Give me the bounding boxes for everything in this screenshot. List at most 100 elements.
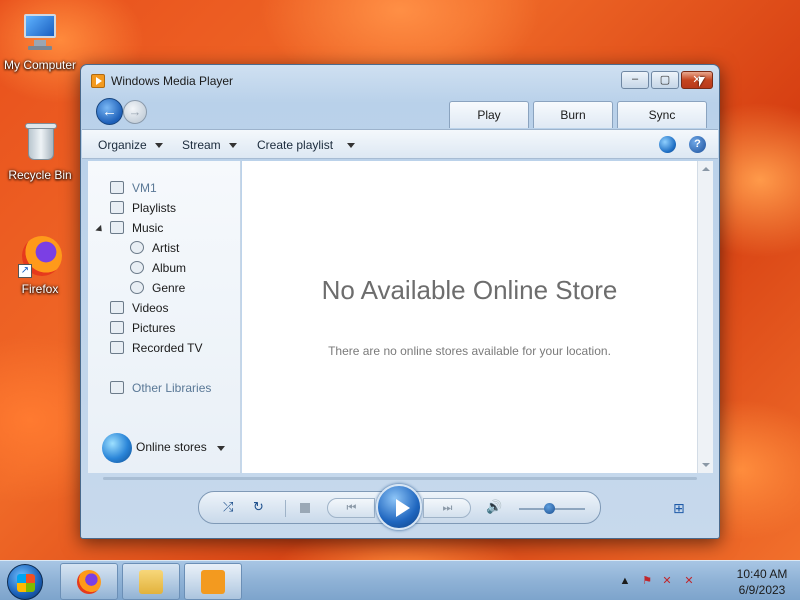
- nav-item-label: Genre: [152, 281, 186, 295]
- previous-button[interactable]: ⏮: [327, 498, 375, 518]
- firefox-icon: ↗: [18, 234, 62, 278]
- desktop-icon-my-computer[interactable]: My Computer: [0, 10, 80, 72]
- next-icon: ⏭: [442, 502, 453, 514]
- divider: [285, 500, 286, 517]
- library-icon: [110, 181, 124, 194]
- nav-item-label: Playlists: [132, 201, 177, 215]
- volume-slider-handle[interactable]: [544, 503, 555, 514]
- nav-item-pictures[interactable]: Pictures: [110, 321, 175, 339]
- title-bar[interactable]: Windows Media Player – ▢ ✕: [81, 65, 719, 95]
- clock[interactable]: 10:40 AM 6/9/2023: [732, 566, 792, 598]
- recycle-bin-icon: [18, 120, 62, 164]
- previous-icon: ⏮: [346, 502, 357, 514]
- expand-arrow-icon[interactable]: [95, 224, 105, 235]
- switch-to-now-playing-icon[interactable]: ⊞: [673, 500, 685, 517]
- nav-item-genre[interactable]: Genre: [130, 281, 185, 299]
- taskbar-media-player[interactable]: [184, 563, 242, 600]
- play-button[interactable]: [376, 484, 422, 530]
- mouse-cursor-icon: [699, 77, 705, 87]
- desktop-icon-label: Firefox: [21, 282, 59, 296]
- toolbar: Organize Stream Create playlist ?: [82, 129, 718, 159]
- forward-arrow-icon: →: [128, 104, 142, 119]
- media-player-icon: [91, 74, 105, 88]
- close-button[interactable]: ✕: [681, 71, 713, 89]
- forward-button[interactable]: →: [123, 100, 147, 124]
- window-title: Windows Media Player: [111, 74, 234, 88]
- navigation-pane: VM1 Playlists Music Artist Album Genre V…: [88, 161, 241, 473]
- stream-label: Stream: [182, 138, 221, 152]
- tab-burn[interactable]: Burn: [533, 101, 613, 128]
- online-stores-dropdown[interactable]: Online stores: [102, 433, 225, 465]
- nav-item-label: Album: [152, 261, 187, 275]
- action-center-icon[interactable]: ⚑: [640, 574, 654, 588]
- music-note-icon: [110, 221, 124, 234]
- shortcut-arrow-icon: ↗: [18, 264, 32, 278]
- media-player-window: Windows Media Player – ▢ ✕ ← → Play Burn…: [80, 64, 720, 539]
- playback-controls: ⤮ ↻ ⏮ ⏭ 🔊: [198, 484, 601, 530]
- volume-icon[interactable]: 🔊: [486, 499, 502, 515]
- nav-item-album[interactable]: Album: [130, 261, 186, 279]
- artist-icon: [130, 241, 144, 254]
- globe-icon[interactable]: [659, 136, 676, 153]
- repeat-icon[interactable]: ↻: [253, 499, 264, 515]
- back-arrow-icon: ←: [102, 103, 117, 120]
- organize-menu[interactable]: Organize: [98, 138, 163, 152]
- tab-sync[interactable]: Sync: [617, 101, 707, 128]
- seek-bar[interactable]: [103, 477, 697, 480]
- nav-item-label: Videos: [132, 301, 169, 315]
- folder-icon: [139, 570, 163, 594]
- windows-logo-icon: [17, 574, 35, 592]
- show-hidden-icons-icon[interactable]: ▲: [618, 574, 632, 588]
- nav-item-music[interactable]: Music: [110, 221, 163, 239]
- computer-icon: [18, 10, 62, 54]
- clock-time: 10:40 AM: [736, 567, 788, 581]
- taskbar: ▲ ⚑ ✕ ✕ 10:40 AM 6/9/2023: [0, 560, 800, 600]
- nav-item-other-libraries[interactable]: Other Libraries: [110, 381, 211, 399]
- nav-item-artist[interactable]: Artist: [130, 241, 179, 259]
- scroll-up-icon[interactable]: [702, 167, 710, 171]
- taskbar-firefox[interactable]: [60, 563, 118, 600]
- volume-muted-icon[interactable]: ✕: [682, 574, 696, 588]
- chevron-down-icon: [228, 143, 237, 149]
- chevron-down-icon: [216, 445, 225, 451]
- desktop-icon-recycle-bin[interactable]: Recycle Bin: [0, 120, 80, 182]
- maximize-icon: ▢: [659, 74, 671, 86]
- desktop-icon-firefox[interactable]: ↗ Firefox: [0, 234, 80, 296]
- picture-icon: [110, 321, 124, 334]
- network-icon[interactable]: ✕: [660, 574, 674, 588]
- tv-icon: [110, 341, 124, 354]
- scroll-down-icon[interactable]: [702, 463, 710, 467]
- desktop-icon-label: Recycle Bin: [8, 168, 72, 182]
- create-playlist-label: Create playlist: [257, 138, 334, 152]
- tab-play[interactable]: Play: [449, 101, 529, 128]
- desktop-icon-label: My Computer: [3, 58, 77, 72]
- create-playlist-menu[interactable]: Create playlist: [257, 138, 356, 152]
- maximize-button[interactable]: ▢: [651, 71, 679, 89]
- taskbar-file-explorer[interactable]: [122, 563, 180, 600]
- nav-item-recorded-tv[interactable]: Recorded TV: [110, 341, 202, 359]
- chevron-down-icon: [154, 143, 163, 149]
- start-button[interactable]: [7, 564, 43, 600]
- stop-button[interactable]: [300, 503, 310, 513]
- main-message: There are no online stores available for…: [328, 344, 611, 358]
- other-libraries-icon: [110, 381, 124, 394]
- media-player-icon: [201, 570, 225, 594]
- genre-icon: [130, 281, 144, 294]
- stream-menu[interactable]: Stream: [182, 138, 237, 152]
- shuffle-icon[interactable]: ⤮: [223, 499, 233, 515]
- help-icon[interactable]: ?: [689, 136, 706, 153]
- chevron-down-icon: [347, 143, 356, 149]
- back-button[interactable]: ←: [96, 98, 123, 125]
- system-tray: ▲ ⚑ ✕ ✕ 10:40 AM 6/9/2023: [612, 561, 792, 600]
- video-icon: [110, 301, 124, 314]
- next-button[interactable]: ⏭: [423, 498, 471, 518]
- nav-item-label: Music: [132, 221, 164, 235]
- vertical-scrollbar[interactable]: [697, 161, 713, 473]
- nav-item-vm1[interactable]: VM1: [110, 181, 157, 199]
- nav-item-videos[interactable]: Videos: [110, 301, 168, 319]
- nav-item-playlists[interactable]: Playlists: [110, 201, 176, 219]
- minimize-button[interactable]: –: [621, 71, 649, 89]
- online-stores-label: Online stores: [136, 440, 207, 455]
- playlist-icon: [110, 201, 124, 214]
- close-icon: ✕: [692, 74, 702, 86]
